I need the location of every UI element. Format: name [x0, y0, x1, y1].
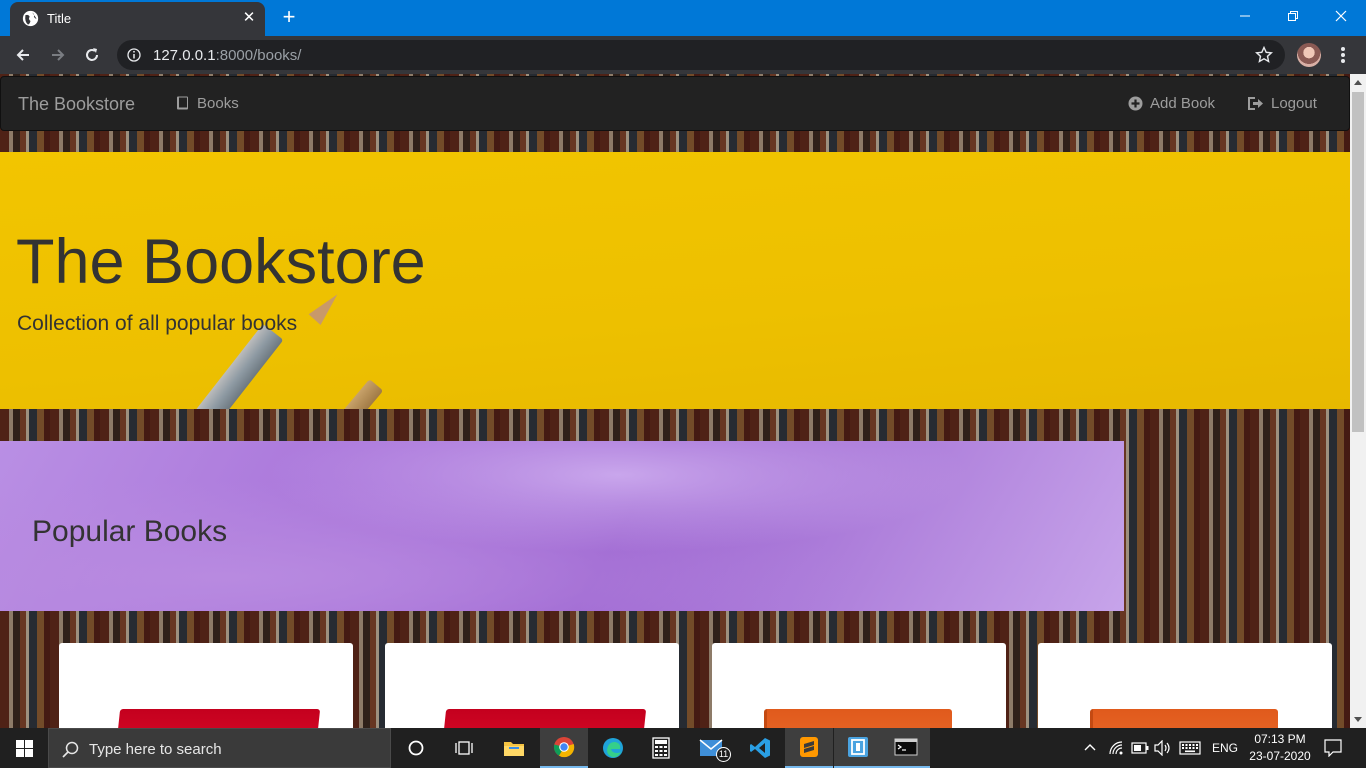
taskbar-app-file-explorer[interactable] [490, 728, 538, 768]
nav-link-logout[interactable]: Logout [1247, 95, 1317, 112]
taskbar-app-calculator[interactable] [637, 728, 685, 768]
pencil-decoration [298, 379, 384, 409]
mail-count-badge: 11 [716, 747, 731, 762]
network-wifi-icon[interactable] [1108, 740, 1124, 756]
windows-logo-icon [15, 739, 33, 757]
app-window-icon [848, 737, 868, 757]
edge-icon [603, 738, 623, 758]
chrome-icon [553, 737, 575, 758]
globe-icon [22, 10, 39, 27]
browser-toolbar: 127.0.0.1:8000/books/ [0, 36, 1366, 74]
minimize-button[interactable] [1221, 0, 1269, 32]
close-tab-icon[interactable]: ✕ [239, 8, 259, 28]
taskbar-app-framed[interactable] [834, 728, 882, 768]
info-icon[interactable] [127, 48, 141, 62]
close-window-button[interactable] [1317, 0, 1365, 32]
taskbar-search-box[interactable]: Type here to search [48, 728, 391, 768]
tab-title: Title [47, 11, 72, 26]
restore-icon [1288, 11, 1298, 21]
jumbotron-subtitle: Collection of all popular books [17, 312, 298, 335]
taskbar-app-chrome[interactable] [540, 728, 588, 768]
forward-button[interactable] [45, 42, 71, 68]
taskbar-app-vscode[interactable] [736, 728, 784, 768]
notification-icon[interactable] [1324, 739, 1342, 757]
site-navbar: The Bookstore Books Add Book Logout [0, 76, 1350, 131]
keyboard-icon[interactable] [1179, 741, 1201, 755]
book-cover [764, 709, 952, 728]
battery-icon[interactable] [1131, 742, 1149, 754]
taskbar-app-sublime[interactable] [785, 728, 833, 768]
book-icon [177, 96, 188, 110]
cortana-circle-icon [408, 740, 424, 756]
page-viewport: The Bookstore Books Add Book Logout The … [0, 74, 1350, 728]
folder-icon [504, 742, 524, 756]
nav-link-books[interactable]: Books [176, 95, 239, 112]
popular-books-heading: Popular Books [32, 515, 228, 548]
windows-taskbar: Type here to search ENG 07:13 PM 23-07-2… [0, 728, 1366, 768]
search-icon [62, 741, 79, 758]
book-cover [1090, 709, 1278, 728]
star-icon[interactable] [1255, 46, 1273, 64]
book-card[interactable] [59, 643, 353, 728]
url-path: :8000/books/ [215, 47, 302, 64]
book-card[interactable] [1038, 643, 1332, 728]
task-view-icon [455, 741, 473, 755]
restore-button[interactable] [1269, 0, 1317, 32]
logout-icon [1248, 97, 1263, 110]
task-view-button[interactable] [440, 728, 488, 768]
scroll-thumb[interactable] [1352, 92, 1364, 432]
start-button[interactable] [0, 728, 48, 768]
navbar-brand[interactable]: The Bookstore [18, 94, 135, 115]
plus-circle-icon [1128, 96, 1143, 111]
system-clock[interactable]: 07:13 PM 23-07-2020 [1244, 731, 1316, 765]
jumbotron: The Bookstore Collection of all popular … [0, 152, 1350, 409]
taskbar-app-edge[interactable] [589, 728, 637, 768]
nav-link-add-book-label: Add Book [1150, 95, 1216, 112]
back-button[interactable] [10, 42, 36, 68]
terminal-icon [894, 738, 918, 756]
language-indicator[interactable]: ENG [1212, 741, 1238, 755]
calculator-icon [652, 737, 670, 759]
profile-avatar[interactable] [1297, 43, 1321, 67]
taskbar-app-terminal[interactable] [882, 728, 930, 768]
scroll-down-arrow-icon[interactable] [1354, 717, 1362, 722]
arrow-right-icon [52, 49, 65, 61]
browser-titlebar: Title ✕ + [0, 0, 1366, 36]
pencil-decoration [170, 323, 284, 409]
sublime-text-icon [800, 737, 818, 757]
vscode-icon [750, 738, 770, 758]
browser-tab[interactable]: Title ✕ [10, 2, 265, 36]
page-scrollbar[interactable] [1350, 74, 1366, 728]
popular-books-banner: Popular Books [0, 441, 1124, 611]
url-text: 127.0.0.1:8000/books/ [153, 47, 301, 64]
clock-date: 23-07-2020 [1249, 749, 1311, 763]
clock-time: 07:13 PM [1254, 732, 1306, 746]
close-icon [1335, 10, 1347, 22]
jumbotron-title: The Bookstore [16, 227, 426, 297]
book-card[interactable] [385, 643, 679, 728]
book-cover [113, 709, 321, 728]
taskbar-search-placeholder: Type here to search [89, 741, 222, 758]
reload-icon [86, 48, 98, 61]
scroll-up-arrow-icon[interactable] [1354, 80, 1362, 85]
cortana-button[interactable] [392, 728, 440, 768]
url-host: 127.0.0.1 [153, 47, 216, 64]
nav-link-add-book[interactable]: Add Book [1128, 95, 1215, 112]
nav-link-logout-label: Logout [1271, 95, 1317, 112]
new-tab-button[interactable]: + [278, 6, 300, 28]
minimize-icon [1240, 15, 1250, 17]
arrow-left-icon [16, 49, 29, 61]
chevron-up-icon[interactable] [1083, 742, 1097, 752]
menu-kebab-icon[interactable] [1334, 44, 1352, 66]
reload-button[interactable] [79, 42, 105, 68]
book-cover [439, 709, 647, 728]
nav-link-books-label: Books [197, 95, 239, 112]
volume-icon[interactable] [1154, 740, 1172, 756]
address-bar[interactable]: 127.0.0.1:8000/books/ [117, 40, 1285, 70]
book-card[interactable] [712, 643, 1006, 728]
